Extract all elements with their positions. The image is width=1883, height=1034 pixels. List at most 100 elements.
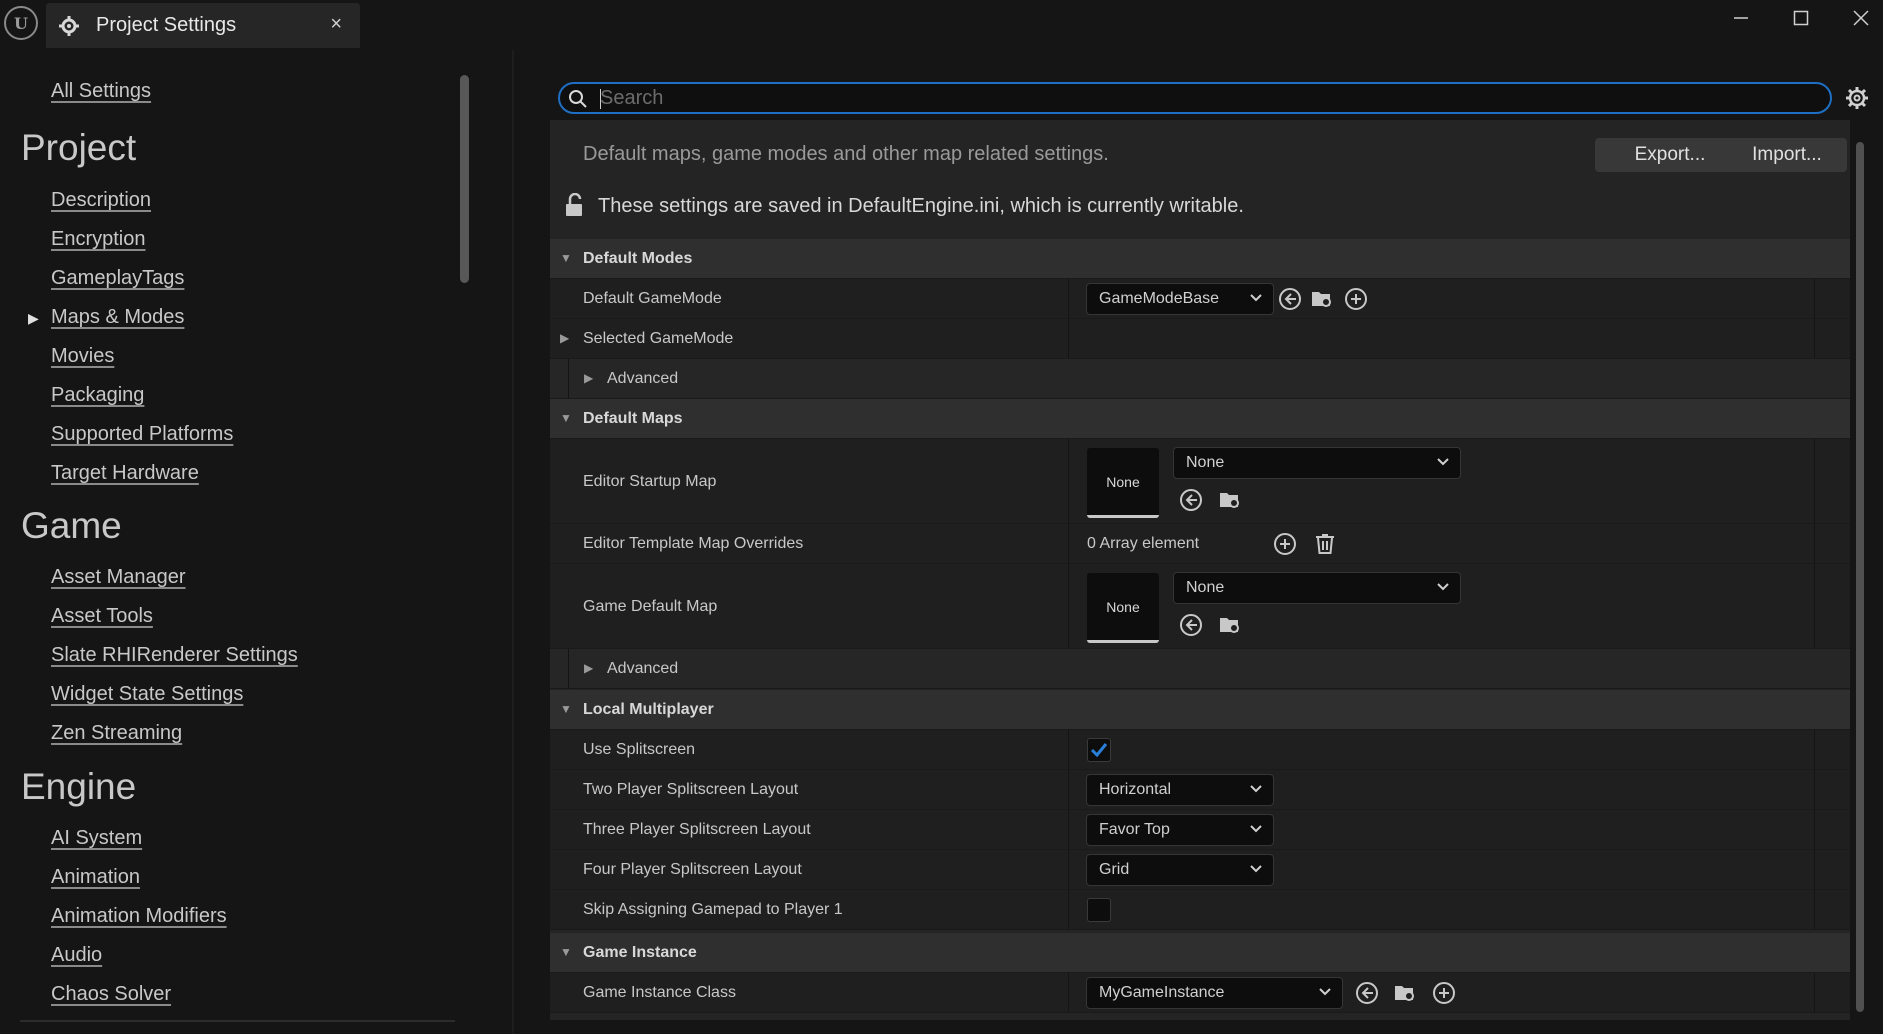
add-element-icon[interactable] (1273, 532, 1297, 556)
gear-icon[interactable] (1844, 85, 1870, 111)
row-use-splitscreen: Use Splitscreen (550, 730, 1850, 770)
tab-project-settings[interactable]: Project Settings × (46, 3, 360, 48)
chevron-down-icon (1250, 294, 1262, 302)
property-label: Selected GameMode (583, 330, 734, 347)
property-label: Game Default Map (583, 598, 718, 615)
sidebar-item-asset-tools[interactable]: Asset Tools (51, 605, 153, 628)
sidebar-item-description[interactable]: Description (51, 189, 151, 212)
gamemode-dropdown[interactable]: GameModeBase (1086, 283, 1274, 315)
two-player-layout-dropdown[interactable]: Horizontal (1086, 774, 1274, 806)
browse-folder-icon[interactable] (1218, 613, 1242, 637)
expand-arrow-icon[interactable]: ▶ (560, 331, 569, 345)
game-instance-class-dropdown[interactable]: MyGameInstance (1086, 977, 1343, 1009)
row-default-maps-advanced[interactable]: ▶ Advanced (550, 649, 1850, 689)
unlocked-icon (566, 193, 582, 216)
sidebar-item-supported-platforms[interactable]: Supported Platforms (51, 423, 233, 446)
search-input[interactable] (600, 84, 1800, 112)
title-bar: U Project Settings × (0, 0, 1883, 50)
category-game-instance[interactable]: ▼ Game Instance (550, 933, 1850, 973)
advanced-label: Advanced (607, 370, 679, 387)
tab-close-icon[interactable]: × (330, 13, 342, 36)
sidebar-category-engine: Engine (21, 766, 137, 807)
game-default-map-dropdown[interactable]: None (1173, 572, 1461, 604)
use-splitscreen-checkbox[interactable] (1087, 738, 1111, 762)
dropdown-value: Grid (1099, 861, 1130, 878)
add-icon[interactable] (1344, 287, 1368, 311)
four-player-layout-dropdown[interactable]: Grid (1086, 854, 1274, 886)
sidebar-item-asset-manager[interactable]: Asset Manager (51, 566, 186, 589)
row-editor-startup-map: Editor Startup Map None None (550, 439, 1850, 524)
row-default-modes-advanced[interactable]: ▶ Advanced (550, 359, 1850, 399)
chevron-down-icon (1250, 785, 1262, 793)
sidebar-item-gameplaytags[interactable]: GameplayTags (51, 267, 184, 290)
sidebar-item-target-hardware[interactable]: Target Hardware (51, 462, 199, 485)
add-icon[interactable] (1432, 981, 1456, 1005)
sidebar-item-chaos-solver[interactable]: Chaos Solver (51, 983, 171, 1006)
sidebar-bottom-divider (20, 1020, 455, 1022)
sidebar-item-all-settings[interactable]: All Settings (51, 80, 151, 103)
expand-arrow-icon[interactable]: ▶ (584, 661, 593, 675)
sidebar-item-audio[interactable]: Audio (51, 944, 102, 967)
browse-back-icon[interactable] (1355, 981, 1379, 1005)
expand-arrow-icon[interactable]: ▶ (584, 371, 593, 385)
row-default-gamemode: Default GameMode GameModeBase (550, 279, 1850, 319)
unreal-logo-icon: U (4, 6, 38, 40)
row-three-player-layout: Three Player Splitscreen Layout Favor To… (550, 810, 1850, 850)
dropdown-value: None (1186, 454, 1225, 471)
browse-back-icon[interactable] (1278, 287, 1302, 311)
browse-back-icon[interactable] (1179, 488, 1203, 512)
category-title: Default Modes (583, 250, 693, 267)
sidebar-item-animation-modifiers[interactable]: Animation Modifiers (51, 905, 227, 928)
maximize-button[interactable] (1776, 2, 1826, 36)
browse-folder-icon[interactable] (1218, 488, 1242, 512)
export-button[interactable]: Export... (1595, 138, 1745, 172)
settings-sidebar: All Settings Project Description Encrypt… (0, 60, 480, 1034)
sidebar-item-maps-modes[interactable]: Maps & Modes (51, 306, 184, 329)
checkmark-icon (1090, 743, 1108, 758)
sidebar-item-encryption[interactable]: Encryption (51, 228, 146, 251)
dropdown-value: None (1186, 579, 1225, 596)
close-window-icon (1853, 10, 1869, 26)
browse-folder-icon[interactable] (1310, 287, 1334, 311)
trash-icon[interactable] (1313, 532, 1337, 556)
property-label: Two Player Splitscreen Layout (583, 781, 799, 798)
minimize-button[interactable] (1716, 2, 1766, 36)
property-label: Use Splitscreen (583, 741, 696, 758)
import-button[interactable]: Import... (1727, 138, 1847, 172)
category-default-maps[interactable]: ▼ Default Maps (550, 399, 1850, 439)
details-scrollbar[interactable] (1856, 142, 1864, 1012)
row-selected-gamemode[interactable]: ▶ Selected GameMode (550, 319, 1850, 359)
map-thumbnail[interactable]: None (1087, 448, 1159, 518)
panel-divider[interactable] (512, 50, 514, 1034)
browse-back-icon[interactable] (1179, 613, 1203, 637)
property-label: Editor Startup Map (583, 473, 717, 490)
search-icon (569, 90, 587, 108)
sidebar-item-slate-rhirenderer[interactable]: Slate RHIRenderer Settings (51, 644, 298, 667)
dropdown-value: MyGameInstance (1099, 984, 1225, 1001)
startup-map-dropdown[interactable]: None (1173, 447, 1461, 479)
sidebar-item-ai-system[interactable]: AI System (51, 827, 142, 850)
property-label: Four Player Splitscreen Layout (583, 861, 802, 878)
category-default-modes[interactable]: ▼ Default Modes (550, 239, 1850, 279)
dropdown-value: Horizontal (1099, 781, 1172, 798)
sidebar-item-packaging[interactable]: Packaging (51, 384, 144, 407)
category-local-multiplayer[interactable]: ▼ Local Multiplayer (550, 690, 1850, 730)
section-description: Default maps, game modes and other map r… (583, 143, 1109, 165)
sidebar-item-animation[interactable]: Animation (51, 866, 140, 889)
row-game-default-map: Game Default Map None None (550, 564, 1850, 649)
search-box[interactable] (558, 82, 1832, 114)
chevron-down-icon (1437, 458, 1449, 466)
three-player-layout-dropdown[interactable]: Favor Top (1086, 814, 1274, 846)
row-editor-template-map-overrides: Editor Template Map Overrides 0 Array el… (550, 524, 1850, 564)
map-thumbnail[interactable]: None (1087, 573, 1159, 643)
sidebar-item-zen-streaming[interactable]: Zen Streaming (51, 722, 182, 745)
maximize-icon (1793, 10, 1809, 26)
settings-tab-icon (59, 16, 79, 36)
skip-gamepad-checkbox[interactable] (1087, 898, 1111, 922)
dropdown-value: GameModeBase (1099, 290, 1220, 307)
sidebar-item-movies[interactable]: Movies (51, 345, 114, 368)
sidebar-scrollbar[interactable] (460, 75, 469, 283)
sidebar-item-widget-state[interactable]: Widget State Settings (51, 683, 243, 706)
browse-folder-icon[interactable] (1393, 981, 1417, 1005)
close-window-button[interactable] (1836, 2, 1883, 36)
